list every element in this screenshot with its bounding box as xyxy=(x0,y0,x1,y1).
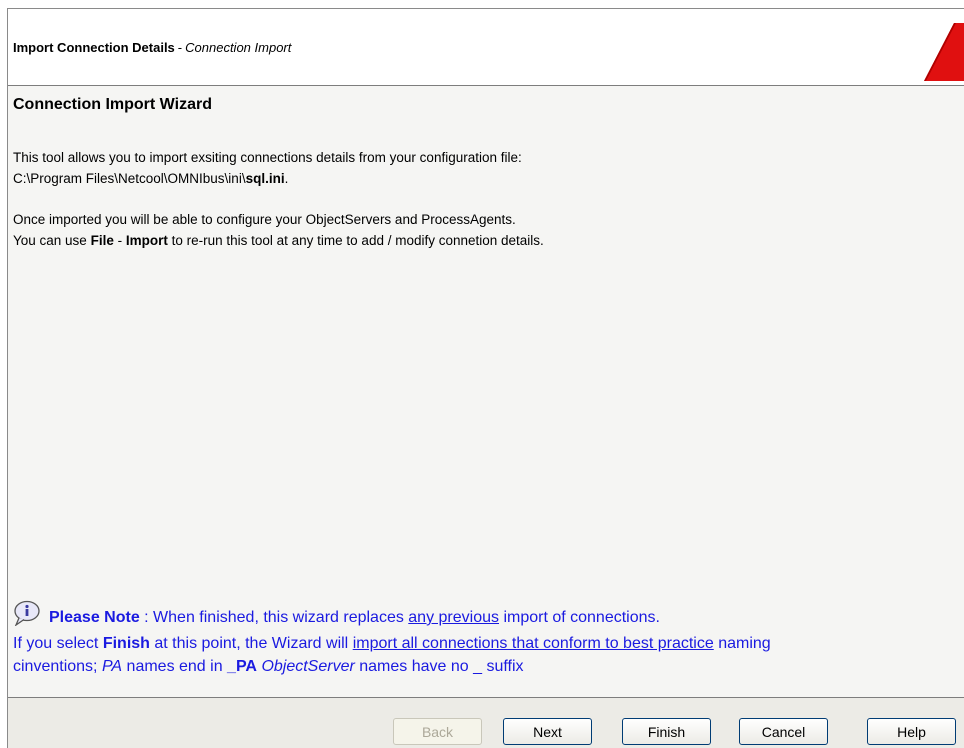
header-separator: - xyxy=(177,40,183,55)
info-line-2-post: to re-run this tool at any time to add /… xyxy=(167,233,544,248)
cancel-button[interactable]: Cancel xyxy=(739,718,828,745)
note-pa-suffix: _PA xyxy=(227,658,257,675)
note-line-2: If you select Finish at this point, the … xyxy=(13,633,771,655)
menu-ref-import: Import xyxy=(125,233,168,248)
note-line-1: Please Note : When finished, this wizard… xyxy=(13,600,660,629)
note-line-3-pre: cinventions; xyxy=(13,658,102,675)
config-path-prefix: C:\Program Files\Netcool\OMNIbus\ini\ xyxy=(13,171,246,186)
info-paragraph: Once imported you will be able to config… xyxy=(13,209,544,251)
note-emphasis-any-previous: any previous xyxy=(408,609,499,626)
note-line-3-post: names have no _ suffix xyxy=(354,658,524,675)
config-path-file: sql.ini xyxy=(245,171,285,186)
note-line-2-post: naming xyxy=(713,635,771,652)
speech-bubble-info-icon xyxy=(14,600,40,626)
note-line-3-mid: names end in xyxy=(122,658,228,675)
header-subtitle: Connection Import xyxy=(185,40,292,55)
header-title: Import Connection Details - Connection Imp… xyxy=(13,40,291,55)
note-line-2-mid: at this point, the Wizard will xyxy=(149,635,353,652)
note-pa-term: PA xyxy=(101,658,123,675)
note-line-1-post: import of connections. xyxy=(499,609,660,626)
note-objectserver-term: ObjectServer xyxy=(261,658,355,675)
info-line-1: Once imported you will be able to config… xyxy=(13,212,516,227)
wizard-header: Import Connection Details - Connection Imp… xyxy=(8,9,964,86)
note-label: Please Note xyxy=(49,609,140,626)
warning-triangle-icon xyxy=(924,23,964,81)
wizard-title: Connection Import Wizard xyxy=(13,96,212,113)
info-line-2: You can use File - Import to re-run this… xyxy=(13,230,544,251)
header-title-main: Import Connection Details xyxy=(13,40,175,55)
info-line-2-dash: - xyxy=(113,233,126,248)
wizard-window: Import Connection Details - Connection Imp… xyxy=(7,8,964,748)
button-bar: Back Next Finish Cancel Help xyxy=(8,697,964,748)
wizard-content: Connection Import Wizard This tool allow… xyxy=(8,86,964,696)
back-button[interactable]: Back xyxy=(393,718,482,745)
note-line-1-pre: : When finished, this wizard replaces xyxy=(139,609,409,626)
note-line-2-pre: If you select xyxy=(13,635,103,652)
note-emphasis-best-practice: import all connections that conform to b… xyxy=(352,635,714,652)
finish-button[interactable]: Finish xyxy=(622,718,711,745)
intro-paragraph: This tool allows you to import exsiting … xyxy=(13,147,522,189)
next-button[interactable]: Next xyxy=(503,718,592,745)
config-path: C:\Program Files\Netcool\OMNIbus\ini\sql… xyxy=(13,168,522,189)
menu-ref-file: File xyxy=(90,233,114,248)
help-button[interactable]: Help xyxy=(867,718,956,745)
note-finish-ref: Finish xyxy=(102,635,150,652)
info-line-2-pre: You can use xyxy=(13,233,91,248)
note-line-3: cinventions; PA names end in _PA ObjectS… xyxy=(13,656,524,678)
intro-line: This tool allows you to import exsiting … xyxy=(13,150,522,165)
config-path-suffix: . xyxy=(284,171,289,186)
